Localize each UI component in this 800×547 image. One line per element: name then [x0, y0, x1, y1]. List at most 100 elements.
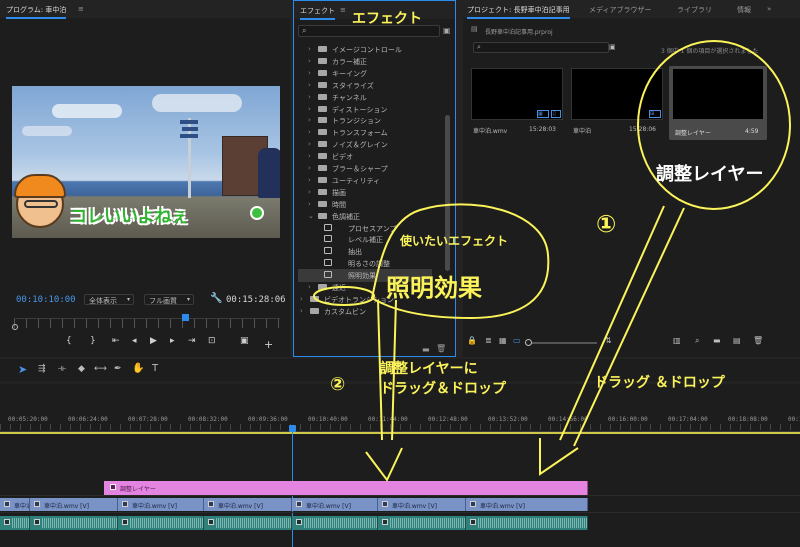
mark-in-icon[interactable]: {	[66, 336, 72, 346]
icon-view-icon[interactable]: ▦	[499, 336, 507, 345]
video-clip[interactable]: 車中泊.wmv [V]	[118, 498, 204, 511]
chevron-right-icon[interactable]: ›	[308, 188, 311, 196]
play-icon[interactable]: ▶	[150, 336, 157, 346]
razor-tool-icon[interactable]: ◆	[78, 364, 85, 374]
folder-icon	[318, 105, 327, 112]
chevron-right-icon[interactable]: ›	[308, 200, 311, 208]
step-forward-icon[interactable]: ▸	[170, 336, 175, 346]
audio-clip[interactable]	[466, 516, 588, 530]
chevron-right-icon[interactable]: ›	[308, 57, 311, 65]
panel-menu-icon[interactable]: ≡	[340, 6, 346, 14]
work-area-bar[interactable]	[0, 432, 800, 434]
timecode-current[interactable]: 00:10:10:00	[16, 295, 76, 305]
trash-icon[interactable]: 🗑	[436, 344, 446, 353]
track-select-tool-icon[interactable]: ⇶	[38, 364, 46, 374]
chevron-right-icon[interactable]: ›	[308, 176, 311, 184]
chevron-right-icon[interactable]: ›	[308, 116, 311, 124]
tab-effects[interactable]: エフェクト	[300, 6, 335, 20]
chevron-right-icon[interactable]: ›	[308, 105, 311, 113]
slip-tool-icon[interactable]: ⟷	[94, 364, 107, 374]
chevron-right-icon[interactable]: ›	[308, 93, 311, 101]
chevron-right-icon[interactable]: ›	[308, 283, 311, 291]
go-to-out-icon[interactable]: ⇥	[188, 336, 196, 346]
scrub-in-handle[interactable]	[12, 324, 18, 330]
tab-program[interactable]: プログラム: 車中泊	[6, 5, 67, 19]
find-icon[interactable]: ⌕	[695, 336, 699, 346]
add-button-icon[interactable]: +	[264, 338, 273, 351]
audio-clip[interactable]	[292, 516, 378, 530]
zoom-slider[interactable]	[525, 339, 597, 346]
annotation-adjustment-layer: 調整レイヤー	[656, 164, 764, 185]
search-icon: ⌕	[302, 26, 307, 35]
new-folder-icon[interactable]: ▬	[422, 345, 430, 354]
tab-info[interactable]: 情報	[737, 5, 751, 15]
video-clip[interactable]: 車中泊.wmv [V]	[378, 498, 466, 511]
sort-icon[interactable]: ⇅	[605, 336, 612, 345]
ripple-edit-tool-icon[interactable]: ⟛	[58, 364, 66, 374]
chevron-right-icon[interactable]: ›	[300, 295, 303, 303]
fit-select[interactable]: 全体表示 ▾	[84, 294, 134, 305]
audio-clip[interactable]	[118, 516, 204, 530]
audio-clip[interactable]	[204, 516, 292, 530]
chevron-down-icon[interactable]: ⌄	[308, 212, 314, 220]
audio-clip[interactable]	[378, 516, 466, 530]
adjustment-layer-clip[interactable]: 調整レイヤー	[104, 481, 588, 495]
video-clip[interactable]: 車中泊.wmv [V]	[292, 498, 378, 511]
trash-icon[interactable]: 🗑	[753, 336, 763, 345]
audio-clip[interactable]	[30, 516, 118, 530]
chevron-right-icon[interactable]: ›	[300, 307, 303, 315]
new-item-icon[interactable]: ▤	[733, 336, 741, 345]
lock-icon[interactable]: 🔒	[467, 336, 477, 345]
ruler-tick-label: 00:16:00:00	[608, 416, 648, 423]
export-frame-icon[interactable]: ▣	[240, 336, 249, 346]
selection-tool-icon[interactable]: ➤	[18, 363, 27, 376]
mark-out-icon[interactable]: }	[90, 336, 96, 346]
list-view-icon[interactable]: ≣	[485, 336, 492, 345]
find-folder-icon[interactable]: ▣	[609, 43, 616, 51]
freeform-view-icon[interactable]: ▭	[513, 336, 521, 345]
annotation-drag-drop: ドラッグ ＆ドロップ	[594, 375, 725, 391]
lift-icon[interactable]: ⊡	[208, 336, 216, 346]
panel-menu-icon[interactable]: ≡	[78, 5, 84, 13]
zoom-slider-handle[interactable]	[525, 339, 532, 346]
chevron-right-icon[interactable]: ›	[308, 45, 311, 53]
step-back-icon[interactable]: ◂	[132, 336, 137, 346]
chevron-right-icon[interactable]: ›	[308, 81, 311, 89]
effects-tree-item[interactable]: › カスタムビン	[294, 305, 432, 318]
video-clip-label: 車中泊.wmv [V]	[132, 503, 177, 510]
tab-project[interactable]: プロジェクト: 長野車中泊記事用	[467, 5, 570, 19]
chevron-right-icon[interactable]: ›	[308, 164, 311, 172]
media-item[interactable]: ⊞ 車中泊 15:28:06	[571, 68, 663, 138]
type-tool-icon[interactable]: T	[152, 363, 158, 374]
chevron-right-icon[interactable]: ›	[308, 128, 311, 136]
timeline-ruler[interactable]: 00:05:20:00 00:06:24:00 00:07:28:00 00:08:3…	[0, 410, 800, 432]
audio-clip[interactable]	[0, 516, 30, 530]
ruler-tick-label: 00:09:36:00	[248, 416, 288, 423]
effects-tree-label: ブラー＆シャープ	[332, 165, 388, 173]
automate-icon[interactable]: ▥	[673, 336, 681, 345]
quality-select[interactable]: フル画質 ▾	[144, 294, 194, 305]
media-item-selected[interactable]: 調整レイヤー 4:59	[669, 66, 767, 140]
tab-libraries[interactable]: ライブラリ	[677, 5, 712, 15]
playhead-handle[interactable]	[289, 425, 296, 432]
more-tabs-icon[interactable]: »	[767, 5, 771, 13]
video-clip[interactable]: 車中泊.wmv [V]	[466, 498, 588, 511]
video-clip[interactable]: 車中泊.wmv [V]	[0, 498, 30, 511]
media-item[interactable]: ▦ ♫ 車中泊.wmv 15:28:03	[471, 68, 563, 138]
scrub-bar[interactable]	[14, 318, 280, 328]
folder-icon	[318, 117, 327, 124]
project-search-input[interactable]: ⌕	[473, 42, 609, 53]
new-bin-icon[interactable]: ▣	[443, 26, 451, 35]
playhead-marker[interactable]	[182, 314, 189, 321]
new-bin-icon[interactable]: ▬	[713, 336, 721, 345]
tab-media-browser[interactable]: メディアブラウザー	[589, 5, 652, 15]
chevron-right-icon[interactable]: ›	[308, 69, 311, 77]
video-clip[interactable]: 車中泊.wmv [V]	[30, 498, 118, 511]
chevron-right-icon[interactable]: ›	[308, 140, 311, 148]
video-clip[interactable]: 車中泊.wmv [V]	[204, 498, 292, 511]
pen-tool-icon[interactable]: ✒	[114, 364, 122, 374]
hand-tool-icon[interactable]: ✋	[132, 363, 144, 374]
go-to-in-icon[interactable]: ⇤	[112, 336, 120, 346]
chevron-right-icon[interactable]: ›	[308, 152, 311, 160]
wrench-icon[interactable]: 🔧	[210, 293, 222, 304]
